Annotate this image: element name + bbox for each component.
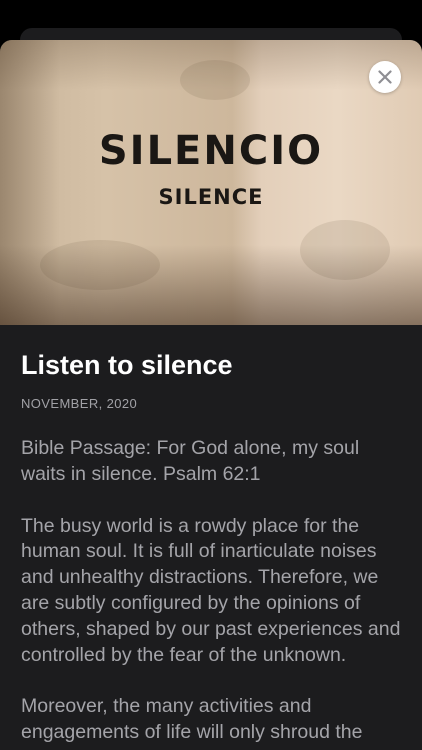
close-icon [378, 70, 392, 84]
hero-image: SILENCIO SILENCE [0, 40, 422, 325]
article-title: Listen to silence [21, 350, 233, 380]
body-paragraph: The busy world is a rowdy place for the … [21, 514, 401, 666]
devotional-sheet[interactable]: SILENCIO SILENCE Listen to silence NOVEM… [0, 40, 422, 750]
bible-passage: Bible Passage: For God alone, my soul wa… [21, 437, 360, 485]
article-date: NOVEMBER, 2020 [21, 396, 138, 411]
sign-sub-text: SILENCE [158, 185, 264, 209]
body-paragraph: Moreover, the many activities and engage… [21, 695, 363, 744]
screen: SILENCIO SILENCE Listen to silence NOVEM… [0, 0, 422, 750]
sign-main-text: SILENCIO [98, 128, 324, 174]
wall-texture [180, 60, 250, 100]
hero-shade-bottom [0, 245, 422, 325]
article-content[interactable]: Listen to silence NOVEMBER, 2020 Bible P… [0, 325, 422, 746]
close-button[interactable] [369, 61, 401, 93]
